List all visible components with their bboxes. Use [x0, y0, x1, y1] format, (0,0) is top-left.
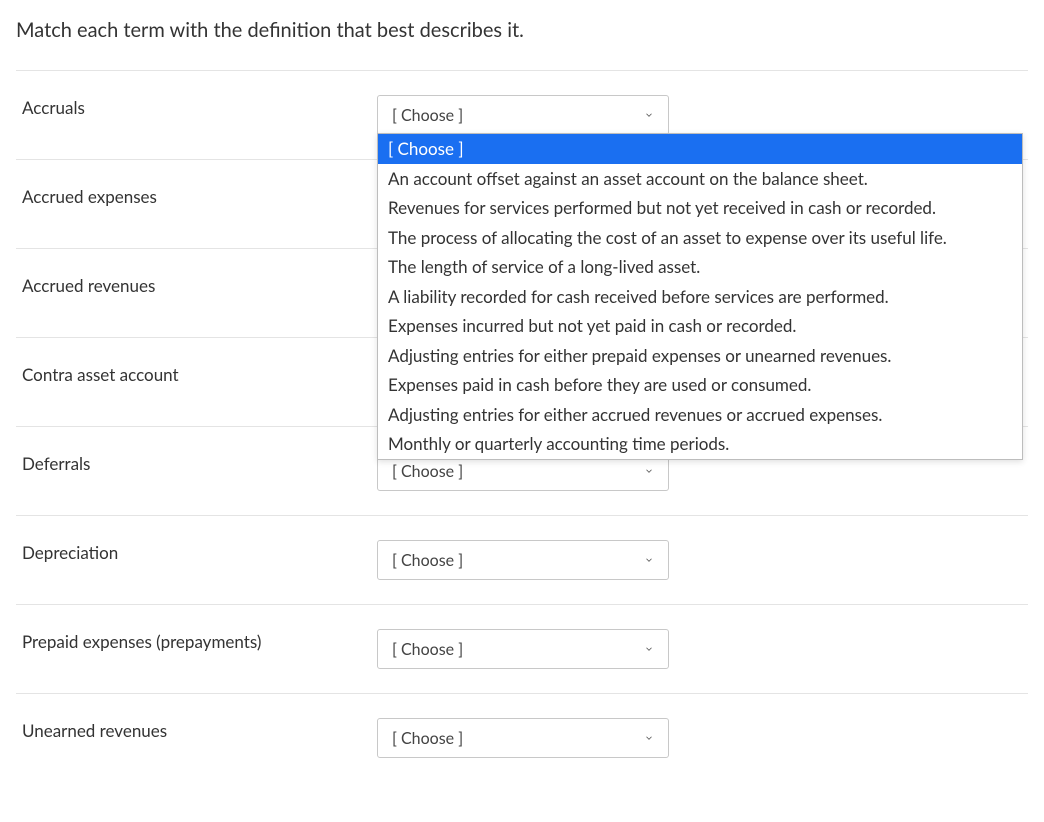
term-label: Accruals [22, 95, 377, 118]
match-row: Accruals [ Choose ] [ Choose ] An accoun… [16, 70, 1028, 159]
select-wrap: [ Choose ] [377, 718, 669, 758]
select-value: [ Choose ] [392, 106, 463, 125]
select-wrap: [ Choose ] [377, 540, 669, 580]
term-label: Accrued revenues [22, 273, 377, 296]
term-label: Unearned revenues [22, 718, 377, 741]
dropdown-option[interactable]: Adjusting entries for either accrued rev… [378, 400, 1022, 430]
select-wrap: [ Choose ] [377, 95, 669, 135]
chevron-down-icon [644, 733, 654, 743]
term-label: Contra asset account [22, 362, 377, 385]
match-row: Unearned revenues [ Choose ] [16, 693, 1028, 782]
question-container: Match each term with the definition that… [0, 0, 1044, 822]
select-value: [ Choose ] [392, 729, 463, 748]
term-label: Depreciation [22, 540, 377, 563]
definition-select[interactable]: [ Choose ] [377, 629, 669, 669]
dropdown-option[interactable]: Adjusting entries for either prepaid exp… [378, 341, 1022, 371]
dropdown-option[interactable]: Expenses incurred but not yet paid in ca… [378, 311, 1022, 341]
select-value: [ Choose ] [392, 551, 463, 570]
chevron-down-icon [644, 110, 654, 120]
match-rows: Accruals [ Choose ] [ Choose ] An accoun… [16, 70, 1028, 782]
dropdown-option[interactable]: The length of service of a long-lived as… [378, 252, 1022, 282]
term-label: Accrued expenses [22, 184, 377, 207]
match-row: Prepaid expenses (prepayments) [ Choose … [16, 604, 1028, 693]
definition-dropdown[interactable]: [ Choose ] An account offset against an … [377, 133, 1023, 460]
term-label: Deferrals [22, 451, 377, 474]
select-value: [ Choose ] [392, 462, 463, 481]
chevron-down-icon [644, 466, 654, 476]
chevron-down-icon [644, 644, 654, 654]
select-value: [ Choose ] [392, 640, 463, 659]
select-wrap: [ Choose ] [377, 629, 669, 669]
dropdown-option[interactable]: Revenues for services performed but not … [378, 193, 1022, 223]
definition-select[interactable]: [ Choose ] [377, 95, 669, 135]
dropdown-option[interactable]: An account offset against an asset accou… [378, 164, 1022, 194]
dropdown-option[interactable]: The process of allocating the cost of an… [378, 223, 1022, 253]
dropdown-option[interactable]: Expenses paid in cash before they are us… [378, 370, 1022, 400]
term-label: Prepaid expenses (prepayments) [22, 629, 377, 652]
dropdown-option[interactable]: Monthly or quarterly accounting time per… [378, 429, 1022, 459]
dropdown-option[interactable]: A liability recorded for cash received b… [378, 282, 1022, 312]
definition-select[interactable]: [ Choose ] [377, 540, 669, 580]
dropdown-option[interactable]: [ Choose ] [378, 134, 1022, 164]
question-prompt: Match each term with the definition that… [16, 18, 1028, 42]
chevron-down-icon [644, 555, 654, 565]
match-row: Depreciation [ Choose ] [16, 515, 1028, 604]
definition-select[interactable]: [ Choose ] [377, 718, 669, 758]
